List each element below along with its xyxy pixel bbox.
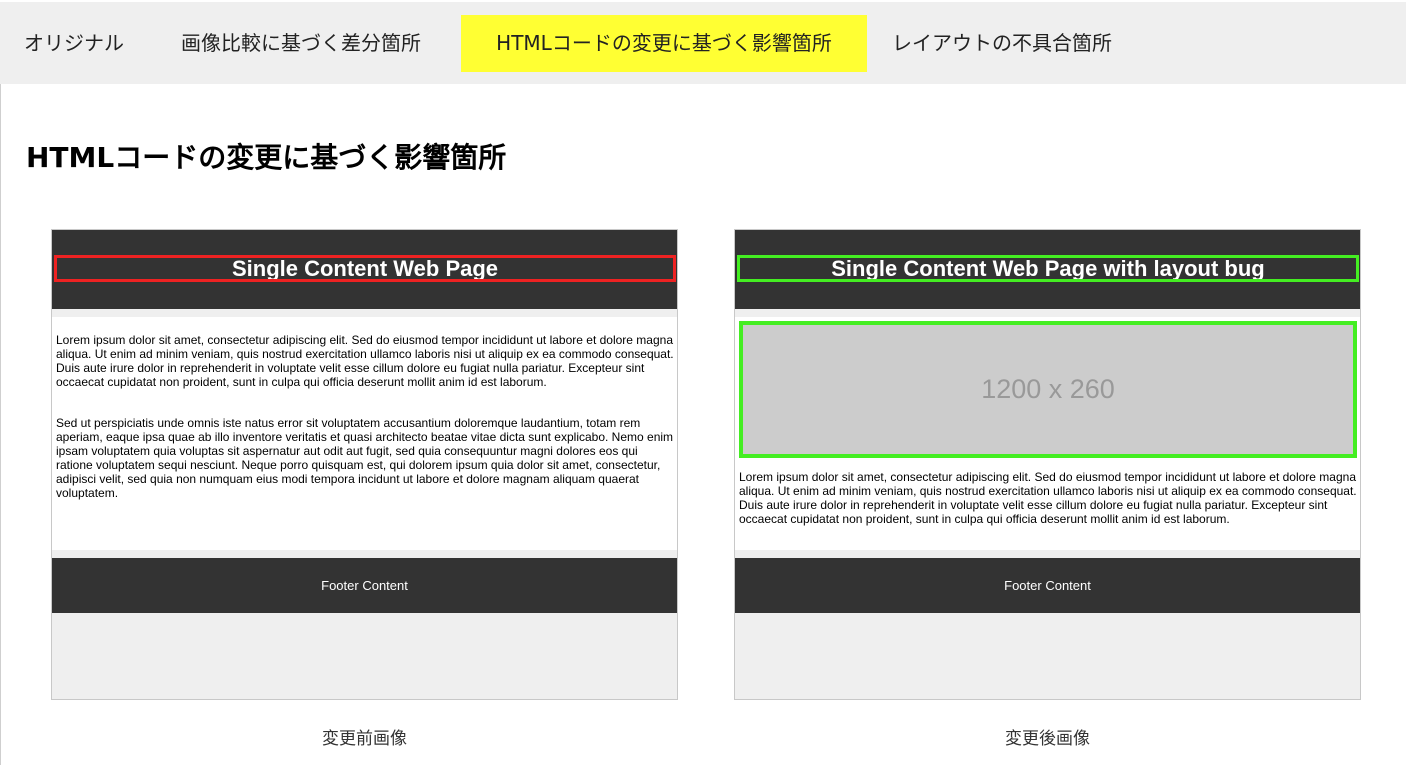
tab-original[interactable]: オリジナル <box>0 15 148 72</box>
before-header: Single Content Web Page <box>52 230 677 309</box>
page-title: HTMLコードの変更に基づく影響箇所 <box>26 141 507 174</box>
after-footer: Footer Content <box>735 558 1360 613</box>
tab-layout-bugs[interactable]: レイアウトの不具合箇所 <box>868 15 1136 72</box>
tab-html-impact[interactable]: HTMLコードの変更に基づく影響箇所 <box>461 15 867 72</box>
placeholder-label: 1200 x 260 <box>981 374 1115 404</box>
after-caption: 変更後画像 <box>1005 729 1090 749</box>
before-caption: 変更前画像 <box>322 729 407 749</box>
before-screenshot: Single Content Web Page Lorem ipsum dolo… <box>51 229 678 700</box>
tab-bar: オリジナル 画像比較に基づく差分箇所 HTMLコードの変更に基づく影響箇所 レイ… <box>0 2 1406 84</box>
placeholder-image: 1200 x 260 <box>739 321 1357 458</box>
before-paragraph-2: Sed ut perspiciatis unde omnis iste natu… <box>56 416 674 500</box>
before-paragraph-1: Lorem ipsum dolor sit amet, consectetur … <box>56 333 674 389</box>
before-footer: Footer Content <box>52 558 677 613</box>
after-header-title: Single Content Web Page with layout bug <box>737 255 1359 282</box>
after-content: 1200 x 260 Lorem ipsum dolor sit amet, c… <box>735 317 1360 550</box>
after-header: Single Content Web Page with layout bug <box>735 230 1360 309</box>
after-screenshot: Single Content Web Page with layout bug … <box>734 229 1361 700</box>
before-header-title: Single Content Web Page <box>54 255 676 282</box>
tab-image-diff[interactable]: 画像比較に基づく差分箇所 <box>157 15 445 72</box>
left-divider <box>0 84 1 765</box>
after-paragraph-1: Lorem ipsum dolor sit amet, consectetur … <box>739 470 1357 526</box>
before-content: Lorem ipsum dolor sit amet, consectetur … <box>52 317 677 550</box>
